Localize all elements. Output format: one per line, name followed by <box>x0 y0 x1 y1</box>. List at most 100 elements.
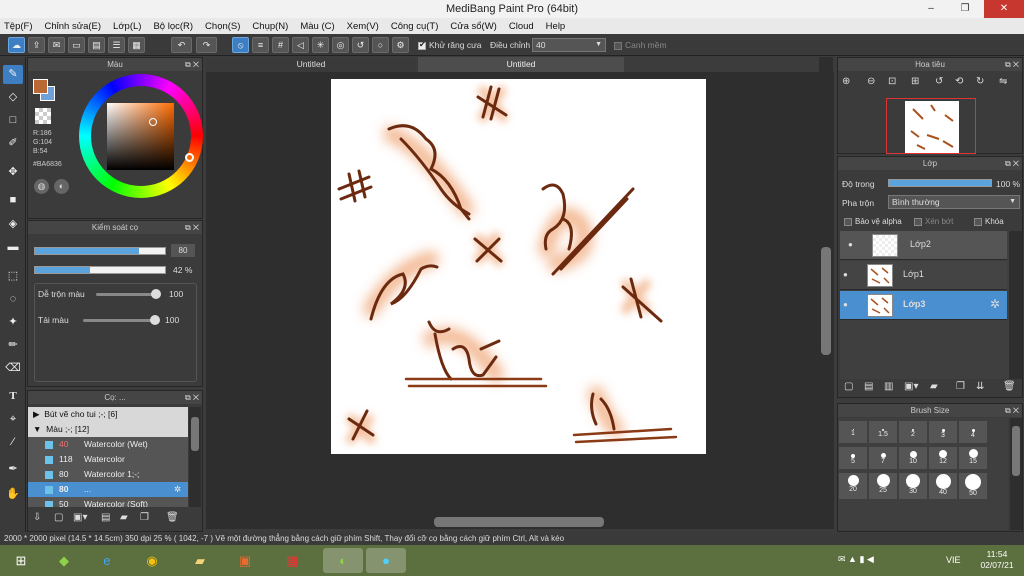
magic-wand-icon[interactable]: ✦ <box>3 313 23 332</box>
circle-snap-icon[interactable]: ◎ <box>332 37 349 53</box>
folder-icon[interactable]: ▰ <box>930 381 938 392</box>
app-icon[interactable]: ▦ <box>278 548 306 573</box>
gradient-tool-icon[interactable]: ▬ <box>3 238 23 257</box>
tab-untitled-2[interactable]: Untitled <box>418 57 624 72</box>
maximize-button[interactable]: ❐ <box>952 0 978 18</box>
merge-down-icon[interactable]: ⇊ <box>976 381 984 392</box>
primary-color-swatch[interactable] <box>33 79 48 94</box>
brush-item[interactable]: 40 Watercolor (Wet) <box>28 437 188 452</box>
brush-item[interactable]: 80 Watercolor 1;-; <box>28 467 188 482</box>
lasso-tool-icon[interactable]: ◌ <box>3 290 23 309</box>
brush-size-option[interactable]: 30 <box>899 473 927 499</box>
blend-slider-knob[interactable] <box>151 289 161 299</box>
menu-tools[interactable]: Công cụ(T) <box>391 21 439 32</box>
file-explorer-icon[interactable]: ▰ <box>186 548 214 573</box>
settings-snap-icon[interactable]: ⚙ <box>392 37 409 53</box>
share-icon[interactable]: ⇪ <box>28 37 45 53</box>
ellipse-snap-icon[interactable]: ○ <box>372 37 389 53</box>
page-list-icon[interactable]: ☰ <box>108 37 125 53</box>
vanishing-snap-icon[interactable]: ◁ <box>292 37 309 53</box>
brush-size-option[interactable]: 7 <box>869 447 897 469</box>
select-pen-icon[interactable]: ✏ <box>3 336 23 355</box>
smudge-tool-icon[interactable]: ✐ <box>3 134 23 153</box>
brush-size-value[interactable]: 80 <box>171 244 195 257</box>
menu-color[interactable]: Màu (C) <box>300 21 334 32</box>
rotate-left-icon[interactable]: ↺ <box>935 76 943 87</box>
cross-snap-icon[interactable]: # <box>272 37 289 53</box>
panel-controls-icon[interactable]: ⧉ ✕ <box>185 221 199 234</box>
curve-snap-icon[interactable]: ↺ <box>352 37 369 53</box>
brush-size-option[interactable]: 50 <box>959 473 987 499</box>
menu-view[interactable]: Xem(V) <box>347 21 379 32</box>
tray-icons[interactable]: ✉ ▲ ▮ ◀ <box>838 554 874 565</box>
brush-size-option[interactable]: 20 <box>839 473 867 499</box>
scrollbar-thumb[interactable] <box>1012 426 1020 476</box>
brush-size-option[interactable]: 5 <box>839 447 867 469</box>
color-history-icon[interactable]: ◐ <box>54 179 69 194</box>
brush-item[interactable]: 50 Watercolor (Soft) <box>28 497 188 507</box>
brush-size-option[interactable]: 40 <box>929 473 957 499</box>
brush-size-option[interactable]: 12 <box>929 447 957 469</box>
brush-size-slider[interactable] <box>34 247 166 255</box>
brush-size-option[interactable]: 1.5 <box>869 421 897 443</box>
protect-alpha-checkbox[interactable] <box>844 217 852 226</box>
move-tool-icon[interactable]: ✥ <box>3 163 23 182</box>
sv-cursor[interactable] <box>149 118 157 126</box>
new-halftone-layer-icon[interactable]: ▤ <box>864 381 873 392</box>
new-8bit-layer-icon[interactable]: ▥ <box>884 381 893 392</box>
antialias-checkbox[interactable] <box>418 40 426 50</box>
cloud-icon[interactable]: ☁ <box>8 37 25 53</box>
office-icon[interactable]: ▣ <box>231 548 259 573</box>
brush-size-option[interactable]: 3 <box>929 421 957 443</box>
internet-explorer-icon[interactable]: e <box>93 548 121 573</box>
brush-tool-icon[interactable]: ✎ <box>3 65 23 84</box>
amount-slider[interactable] <box>83 315 160 325</box>
navigator-viewport[interactable] <box>886 98 976 154</box>
layer-row-selected[interactable]: ● Lớp3 ✲ <box>840 291 1007 320</box>
trash-icon[interactable]: 🗑 <box>166 512 179 523</box>
brush-item-selected[interactable]: 80... ✲ <box>28 482 188 497</box>
zoom-in-icon[interactable]: ⊕ <box>842 76 850 87</box>
gear-icon[interactable]: ✲ <box>990 297 1000 311</box>
panel-controls-icon[interactable]: ⧉ ✕ <box>1005 404 1019 417</box>
new-layer-icon[interactable]: ▢ <box>844 381 853 392</box>
eyedropper-icon[interactable]: ⁄ <box>3 433 23 452</box>
canvas-vertical-scrollbar[interactable] <box>819 57 833 517</box>
lock-checkbox[interactable] <box>974 217 982 226</box>
select-eraser-icon[interactable]: ⌫ <box>3 359 23 378</box>
scrollbar-thumb[interactable] <box>191 417 199 451</box>
menu-snap[interactable]: Chụp(N) <box>252 21 288 32</box>
rotate-right-icon[interactable]: ↻ <box>976 76 984 87</box>
flip-icon[interactable]: ⇋ <box>999 76 1007 87</box>
correction-select[interactable]: 40 ▼ <box>532 38 606 52</box>
menu-window[interactable]: Cửa sổ(W) <box>450 21 496 32</box>
layer-row[interactable]: ● Lớp2 <box>840 231 1007 260</box>
trash-icon[interactable]: 🗑 <box>1003 381 1016 392</box>
monitor-icon[interactable]: ▭ <box>68 37 85 53</box>
green-app-icon[interactable]: ◐ <box>323 548 363 573</box>
reset-rotation-icon[interactable]: ⟲ <box>955 76 963 87</box>
fill-tool-icon[interactable]: ◈ <box>3 215 23 234</box>
tab-untitled-1[interactable]: Untitled <box>206 57 416 72</box>
amount-slider-knob[interactable] <box>150 315 160 325</box>
divide-tool-icon[interactable]: ⌖ <box>3 410 23 429</box>
snap-off-icon[interactable]: ⦸ <box>232 37 249 53</box>
pen-tool-icon[interactable]: ✒ <box>3 460 23 479</box>
windows-start-icon[interactable]: ⊞ <box>6 548 36 573</box>
menu-file[interactable]: Tệp(F) <box>4 21 33 32</box>
hue-wheel[interactable] <box>79 74 203 198</box>
menu-filter[interactable]: Bộ lọc(R) <box>153 21 193 32</box>
layer-row[interactable]: ● Lớp1 <box>840 261 1007 290</box>
brush-size-option[interactable]: 15 <box>959 447 987 469</box>
menu-layer[interactable]: Lớp(L) <box>113 21 141 32</box>
layer-opacity-slider[interactable] <box>888 179 992 187</box>
zoom-out-icon[interactable]: ⊖ <box>867 76 875 87</box>
palette-icon[interactable]: ◍ <box>34 179 49 194</box>
panel-controls-icon[interactable]: ⧉ ✕ <box>1005 157 1019 170</box>
grid-icon[interactable]: ▦ <box>128 37 145 53</box>
clipping-checkbox[interactable] <box>914 217 922 226</box>
document-icon[interactable]: ▤ <box>88 37 105 53</box>
menu-cloud[interactable]: Cloud <box>509 21 534 32</box>
new-brush-icon[interactable]: ▢ <box>54 512 63 523</box>
panel-controls-icon[interactable]: ⧉ ✕ <box>185 58 199 71</box>
